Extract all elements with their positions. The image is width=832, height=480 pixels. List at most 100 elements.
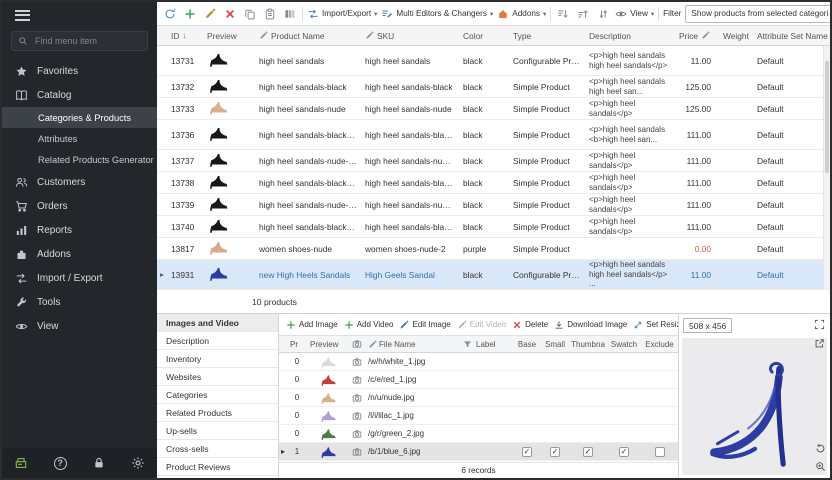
tab-websites[interactable]: Websites — [157, 368, 278, 386]
edit-image-button[interactable]: Edit Image — [399, 320, 450, 330]
col-file-name[interactable]: File Name — [365, 340, 461, 349]
tab-inventory[interactable]: Inventory — [157, 350, 278, 368]
sidebar-item-view[interactable]: View — [2, 314, 157, 338]
view-menu[interactable]: View▾ — [615, 8, 654, 20]
row-expand-toggle[interactable]: ▸ — [157, 270, 167, 279]
sidebar-item-reports[interactable]: Reports — [2, 218, 157, 242]
add-product-button[interactable] — [182, 6, 198, 22]
lock-button[interactable] — [80, 448, 119, 478]
sidebar-item-catalog[interactable]: Catalog — [2, 83, 157, 107]
category-filter-select[interactable]: Show products from selected categories▾ — [685, 5, 830, 23]
paste-button[interactable] — [262, 6, 278, 22]
help-button[interactable]: ? — [41, 448, 80, 478]
sidebar-item-attributes[interactable]: Attributes — [2, 128, 157, 149]
sidebar-item-label: Catalog — [37, 90, 71, 101]
product-row[interactable]: 13733high heel sandals-nudehigh heel san… — [157, 98, 830, 120]
col-weight[interactable]: Weight — [719, 31, 753, 41]
base-checkbox[interactable]: ✓ — [522, 447, 532, 457]
sort-desc-button[interactable] — [575, 6, 591, 22]
tab-related-products[interactable]: Related Products — [157, 404, 278, 422]
product-row[interactable]: 13737high heel sandals-nude-36high heel … — [157, 150, 830, 172]
set-resize-rule-button[interactable]: Set Resize Rule — [633, 320, 678, 330]
tab-description[interactable]: Description — [157, 332, 278, 350]
delete-product-button[interactable] — [222, 6, 238, 22]
tab-categories[interactable]: Categories — [157, 386, 278, 404]
multi-editors-menu[interactable]: Multi Editors & Changers▾ — [381, 8, 493, 20]
add-image-button[interactable]: Add Image — [286, 320, 338, 330]
col-color[interactable]: Color — [459, 31, 509, 41]
rotate-button[interactable] — [813, 441, 828, 456]
refresh-button[interactable] — [162, 6, 178, 22]
menu-search-input[interactable] — [33, 35, 141, 47]
sidebar-item-import-export[interactable]: Import / Export — [2, 266, 157, 290]
settings-button[interactable] — [118, 448, 157, 478]
sidebar-item-favorites[interactable]: Favorites — [2, 59, 157, 83]
sidebar-item-categories-products[interactable]: Categories & Products — [2, 107, 157, 128]
users-icon — [15, 176, 28, 189]
tab-cross-sells[interactable]: Cross-sells — [157, 440, 278, 458]
product-row[interactable]: 13817women shoes-nudewomen shoes-nude-2p… — [157, 238, 830, 260]
row-expand-toggle[interactable]: ▸ — [279, 447, 287, 456]
col-small[interactable]: Small — [541, 340, 569, 349]
fullscreen-button[interactable] — [812, 317, 827, 332]
edit-product-button[interactable] — [202, 6, 218, 22]
menu-toggle-button[interactable] — [2, 2, 157, 28]
sort-asc-button[interactable] — [555, 6, 571, 22]
col-price[interactable]: Price — [675, 31, 719, 41]
add-video-button[interactable]: Add Video — [344, 320, 394, 330]
media-row[interactable]: ▸1/b/1/blue_6.jpg✓✓✓✓ — [279, 443, 678, 461]
swatch-checkbox[interactable]: ✓ — [619, 447, 629, 457]
product-row[interactable]: 13731high heel sandalshigh heel sandalsb… — [157, 46, 830, 76]
col-description[interactable]: Description — [585, 31, 675, 41]
col-sku[interactable]: SKU — [361, 31, 459, 41]
import-export-menu[interactable]: Import/Export▾ — [307, 8, 377, 20]
thumbnail-checkbox[interactable]: ✓ — [583, 447, 593, 457]
vertical-scrollbar[interactable] — [823, 46, 830, 290]
media-row[interactable]: 0/g/r/green_2.jpg — [279, 425, 678, 443]
col-preview[interactable]: Preview — [203, 31, 255, 41]
product-row[interactable]: 13736high heel sandals-black-36high heel… — [157, 120, 830, 150]
col-type[interactable]: Type — [509, 31, 585, 41]
col-exclude[interactable]: Exclude — [641, 340, 678, 349]
sidebar-item-customers[interactable]: Customers — [2, 170, 157, 194]
zoom-button[interactable] — [813, 459, 828, 474]
sidebar-item-orders[interactable]: Orders — [2, 194, 157, 218]
tab-images-and-video[interactable]: Images and Video — [157, 314, 278, 332]
sort-reset-button[interactable] — [595, 6, 611, 22]
col-product-name[interactable]: Product Name — [255, 31, 361, 41]
sidebar-search[interactable] — [11, 31, 148, 51]
delete-button[interactable]: Delete — [512, 320, 548, 330]
col-id[interactable]: ID↓ — [167, 31, 203, 41]
open-external-button[interactable] — [812, 336, 827, 351]
col-attribute-set[interactable]: Attribute Set Name — [753, 31, 830, 41]
product-row[interactable]: 13738high heel sandals-black-37high heel… — [157, 172, 830, 194]
product-row[interactable]: 13732high heel sandals-blackhigh heel sa… — [157, 76, 830, 98]
col-preview[interactable]: Preview — [307, 340, 349, 349]
scrollbar-thumb[interactable] — [825, 61, 829, 173]
media-row[interactable]: 0/l/i/lilac_1.jpg — [279, 407, 678, 425]
sidebar-item-related-products-generator[interactable]: Related Products Generator — [2, 149, 157, 170]
col-thumbnail[interactable]: Thumbna — [569, 340, 607, 349]
media-row[interactable]: 0/w/h/white_1.jpg — [279, 353, 678, 371]
product-row[interactable]: ▸13931new High Heels SandalsHigh Geels S… — [157, 260, 830, 290]
col-priority[interactable]: Pr — [287, 340, 307, 349]
copy-button[interactable] — [242, 6, 258, 22]
col-swatch[interactable]: Swatch — [607, 340, 641, 349]
store-button[interactable] — [2, 448, 41, 478]
product-row[interactable]: 13739high heel sandals-nude-37high heel … — [157, 194, 830, 216]
col-base[interactable]: Base — [513, 340, 541, 349]
tab-product-reviews[interactable]: Product Reviews — [157, 458, 278, 476]
sidebar-item-addons[interactable]: Addons — [2, 242, 157, 266]
sidebar-item-tools[interactable]: Tools — [2, 290, 157, 314]
small-checkbox[interactable]: ✓ — [550, 447, 560, 457]
columns-button[interactable] — [282, 6, 298, 22]
addons-menu[interactable]: Addons▾ — [497, 8, 546, 20]
col-label[interactable]: Label — [473, 340, 513, 349]
col-filter[interactable] — [461, 340, 473, 349]
exclude-checkbox[interactable] — [655, 447, 665, 457]
media-row[interactable]: 0/c/e/red_1.jpg — [279, 371, 678, 389]
tab-up-sells[interactable]: Up-sells — [157, 422, 278, 440]
product-row[interactable]: 13740high heel sandals-black-38high heel… — [157, 216, 830, 238]
media-row[interactable]: 0/n/u/nude.jpg — [279, 389, 678, 407]
download-image-button[interactable]: Download Image — [554, 320, 627, 330]
